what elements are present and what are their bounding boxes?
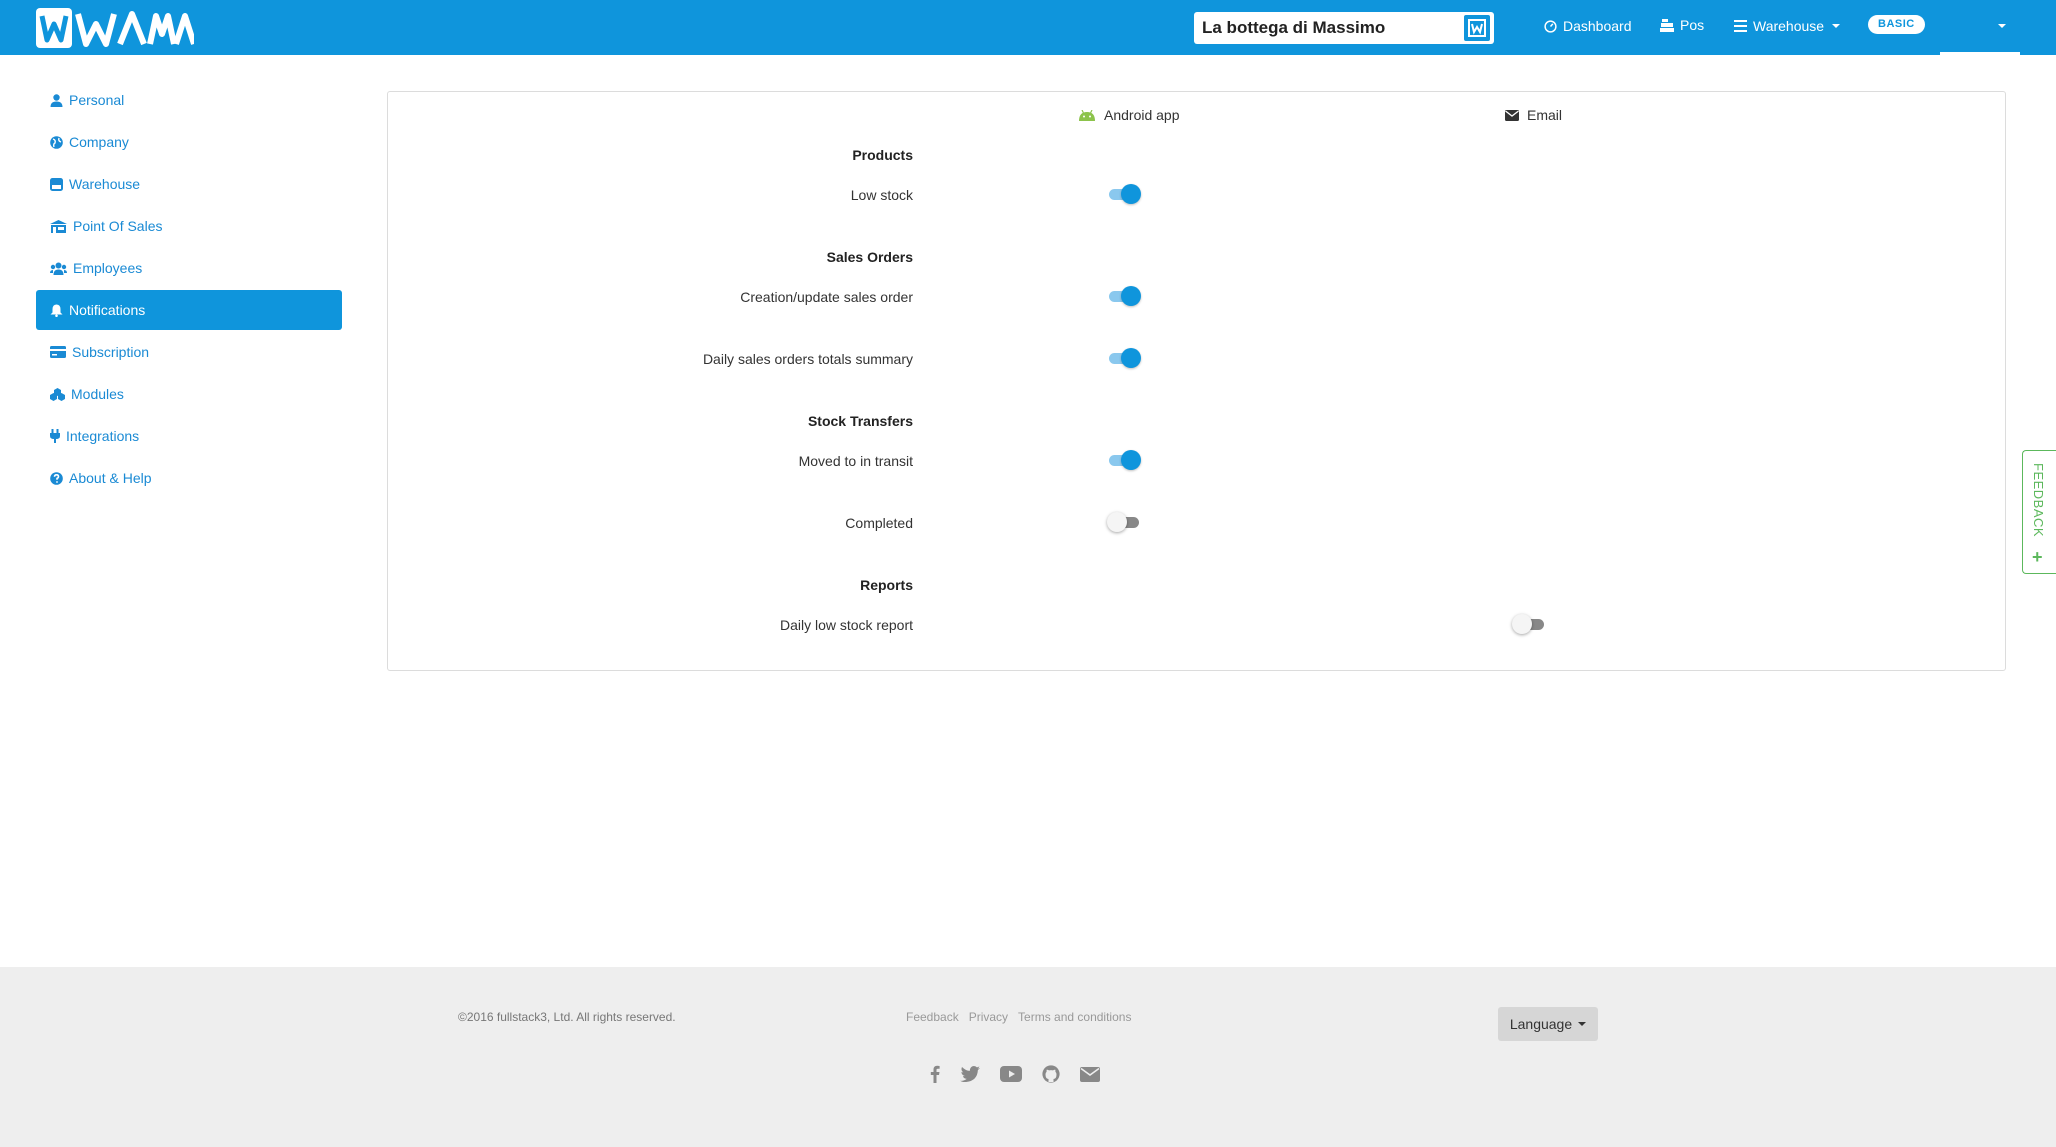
section-title-products: Products — [852, 147, 913, 163]
row-label-creation-update-sales-order: Creation/update sales order — [740, 289, 913, 305]
cubes-icon — [50, 387, 65, 401]
footer-links: Feedback Privacy Terms and conditions — [906, 1010, 1131, 1024]
facebook-icon[interactable] — [930, 1065, 940, 1083]
row-label-daily-sales-orders-summary: Daily sales orders totals summary — [702, 351, 913, 367]
android-icon — [1079, 109, 1095, 121]
row-label-completed: Completed — [845, 515, 913, 531]
notifications-settings-panel: Android app Email Products Low stock Sal… — [387, 91, 2006, 671]
nav-pos-label: Pos — [1680, 17, 1705, 33]
cash-register-icon — [1660, 18, 1674, 32]
user-menu-dropdown[interactable] — [1940, 10, 2020, 55]
row-label-low-stock: Low stock — [850, 187, 913, 203]
warehouse-icon — [50, 177, 63, 191]
wama-logo[interactable] — [36, 7, 194, 49]
users-icon — [50, 262, 67, 275]
sidebar-item-label: Integrations — [66, 428, 140, 444]
sidebar-item-label: Employees — [73, 260, 143, 276]
column-header-android-label: Android app — [1104, 107, 1180, 123]
toggle-knob — [1121, 450, 1141, 470]
company-name: La bottega di Massimo — [1202, 18, 1386, 37]
sidebar-item-employees[interactable]: Employees — [36, 248, 342, 288]
youtube-icon[interactable] — [1000, 1066, 1022, 1082]
dashboard-icon — [1544, 19, 1557, 33]
chevron-down-icon — [1832, 24, 1841, 28]
nav-warehouse-dropdown[interactable]: Warehouse — [1734, 18, 1841, 34]
plug-icon — [50, 429, 60, 443]
page-footer: ©2016 fullstack3, Ltd. All rights reserv… — [0, 967, 2056, 1147]
section-title-sales-orders: Sales Orders — [826, 249, 913, 265]
github-icon[interactable] — [1042, 1065, 1060, 1083]
nav-dashboard-label: Dashboard — [1563, 18, 1632, 34]
footer-link-terms[interactable]: Terms and conditions — [1018, 1010, 1131, 1024]
toggle-daily-sales-orders-summary-android[interactable] — [1107, 348, 1141, 368]
sidebar-item-company[interactable]: Company — [36, 122, 342, 162]
sidebar-item-warehouse[interactable]: Warehouse — [36, 164, 342, 204]
bell-icon — [50, 304, 63, 317]
feedback-tab[interactable]: FEEDBACK + — [2022, 450, 2056, 574]
nav-warehouse-label: Warehouse — [1753, 18, 1825, 34]
user-icon — [50, 93, 63, 107]
toggle-moved-to-in-transit-android[interactable] — [1107, 450, 1141, 470]
toggle-low-stock-android[interactable] — [1107, 184, 1141, 204]
plan-badge: BASIC — [1868, 15, 1925, 34]
company-selector[interactable]: La bottega di Massimo — [1194, 12, 1494, 44]
company-logo-icon[interactable] — [1464, 15, 1490, 41]
sidebar-item-notifications[interactable]: Notifications — [36, 290, 342, 330]
sidebar-item-label: Point Of Sales — [73, 218, 163, 234]
store-icon — [50, 219, 67, 233]
toggle-daily-low-stock-report-email[interactable] — [1512, 614, 1546, 634]
sidebar-item-integrations[interactable]: Integrations — [36, 416, 342, 456]
copyright-text: ©2016 fullstack3, Ltd. All rights reserv… — [458, 1010, 676, 1024]
twitter-icon[interactable] — [960, 1066, 980, 1082]
footer-link-privacy[interactable]: Privacy — [969, 1010, 1008, 1024]
feedback-tab-label: FEEDBACK — [2031, 463, 2046, 538]
nav-dashboard[interactable]: Dashboard — [1544, 18, 1632, 34]
footer-link-feedback[interactable]: Feedback — [906, 1010, 959, 1024]
envelope-icon — [1505, 109, 1519, 121]
sidebar-item-label: About & Help — [69, 470, 152, 486]
row-label-daily-low-stock-report: Daily low stock report — [779, 617, 913, 633]
sidebar-item-label: Modules — [71, 386, 124, 402]
language-dropdown[interactable]: Language — [1498, 1007, 1598, 1041]
toggle-knob — [1107, 512, 1127, 532]
sidebar-item-label: Warehouse — [69, 176, 141, 192]
sidebar-item-label: Subscription — [72, 344, 150, 360]
top-navbar: La bottega di Massimo Dashboard Pos Ware… — [0, 0, 2056, 55]
sidebar-item-modules[interactable]: Modules — [36, 374, 342, 414]
toggle-knob — [1121, 348, 1141, 368]
column-header-email: Email — [1505, 107, 1562, 123]
chevron-down-icon — [1998, 24, 2006, 28]
language-label: Language — [1509, 1016, 1573, 1032]
column-header-android: Android app — [1078, 107, 1180, 123]
menu-icon — [1734, 20, 1747, 32]
toggle-completed-android[interactable] — [1107, 512, 1141, 532]
nav-pos[interactable]: Pos — [1660, 17, 1704, 33]
plus-icon: + — [2032, 547, 2043, 567]
sidebar-item-label: Company — [69, 134, 129, 150]
sidebar-item-about-help[interactable]: About & Help — [36, 458, 342, 498]
sidebar-item-personal[interactable]: Personal — [36, 80, 342, 120]
envelope-icon[interactable] — [1080, 1066, 1100, 1082]
sidebar-item-subscription[interactable]: Subscription — [36, 332, 342, 372]
toggle-creation-update-sales-order-android[interactable] — [1107, 286, 1141, 306]
globe-icon — [50, 135, 63, 149]
toggle-knob — [1512, 614, 1532, 634]
row-label-moved-to-in-transit: Moved to in transit — [798, 453, 913, 469]
toggle-knob — [1121, 286, 1141, 306]
credit-card-icon — [50, 346, 66, 358]
column-header-email-label: Email — [1527, 107, 1563, 123]
sidebar-item-point-of-sales[interactable]: Point Of Sales — [36, 206, 342, 246]
sidebar-item-label: Notifications — [69, 302, 146, 318]
sidebar-item-label: Personal — [69, 92, 125, 108]
chevron-down-icon — [1578, 1022, 1587, 1026]
section-title-reports: Reports — [860, 577, 913, 593]
social-links — [930, 1065, 1100, 1083]
toggle-knob — [1121, 184, 1141, 204]
question-circle-icon — [50, 471, 63, 485]
section-title-stock-transfers: Stock Transfers — [807, 413, 913, 429]
settings-sidebar: Personal Company Warehouse Point Of Sale… — [36, 80, 342, 500]
